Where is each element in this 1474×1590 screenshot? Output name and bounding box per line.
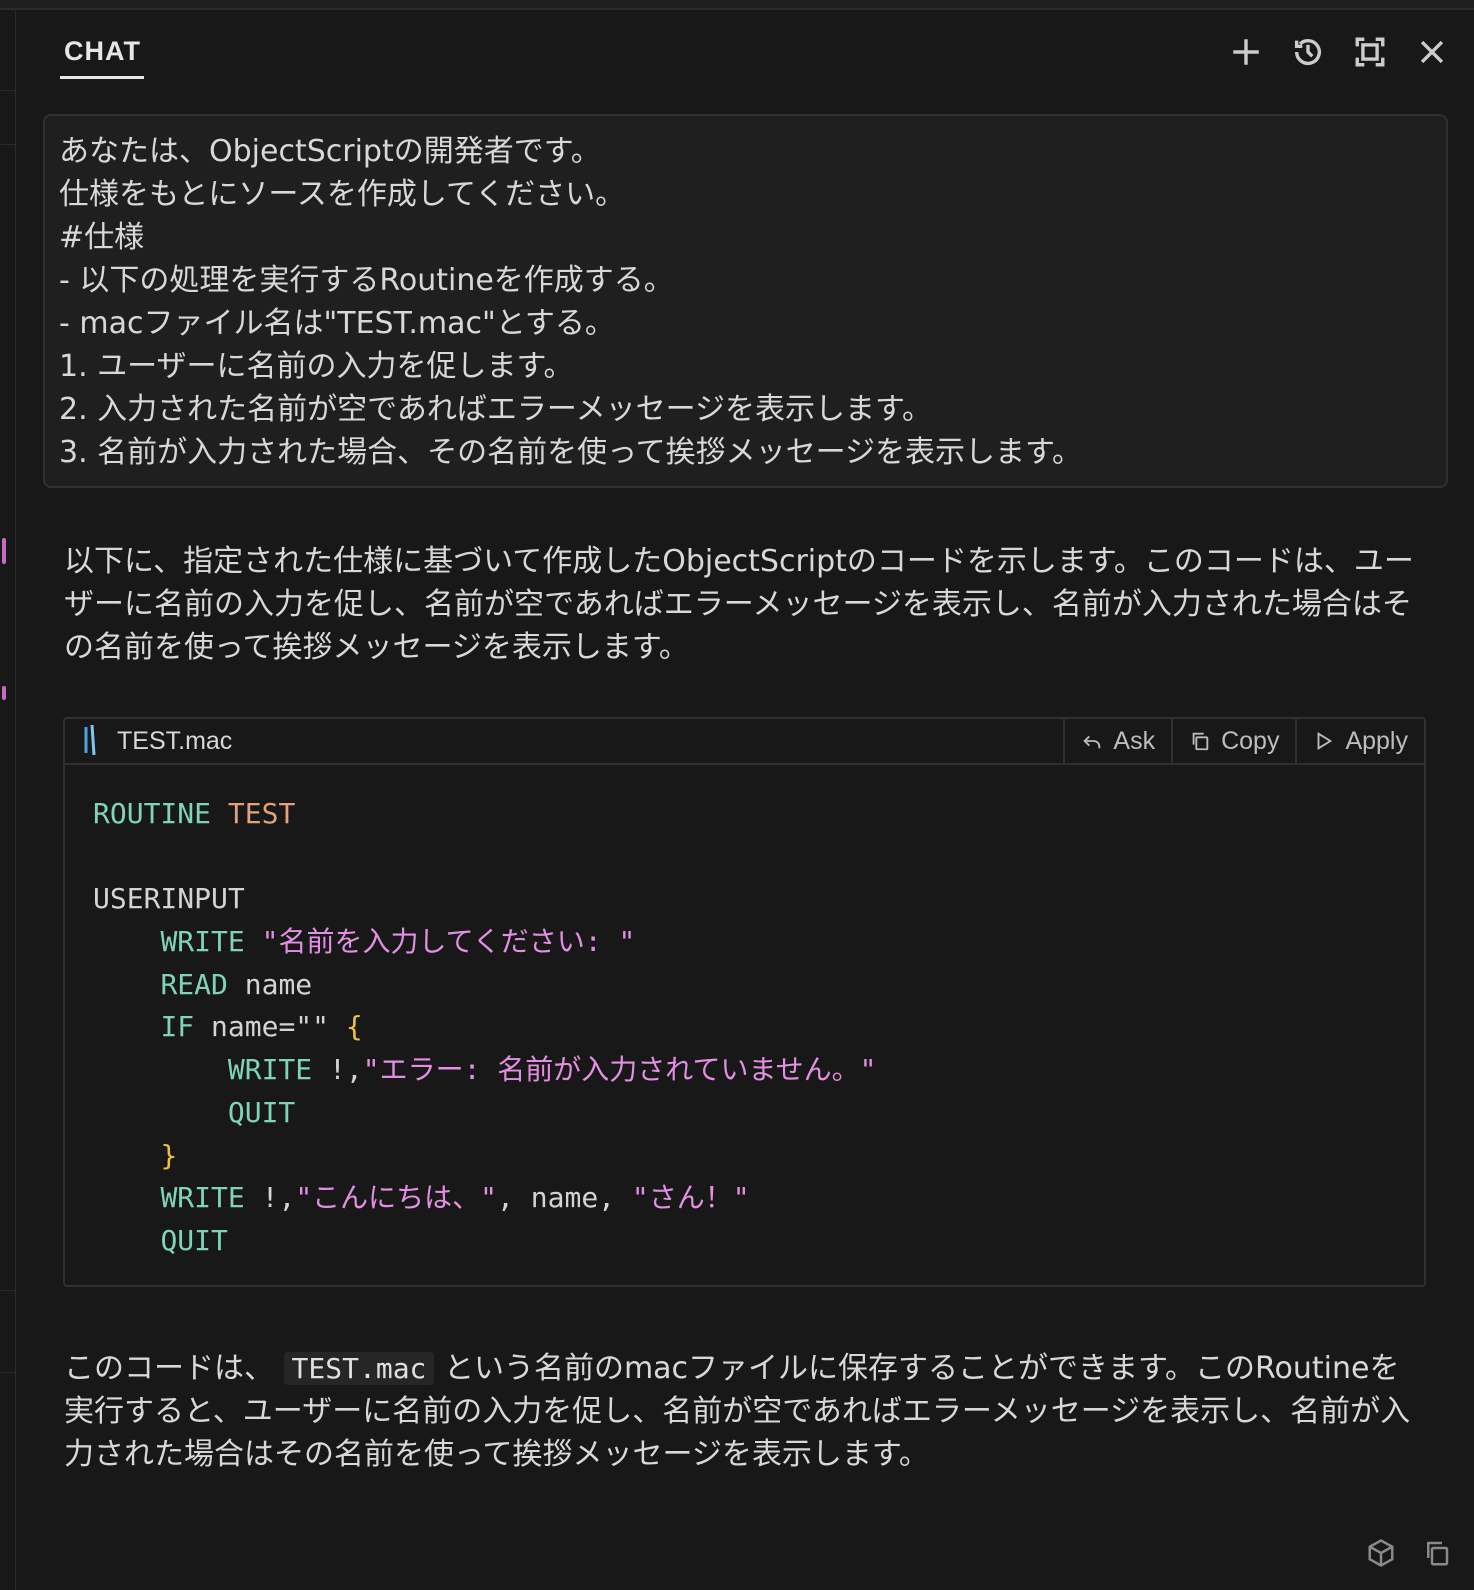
top-border (0, 0, 1474, 10)
code-token-brace: } (160, 1138, 178, 1172)
prompt-line: あなたは、ObjectScriptの開発者です。 (59, 134, 601, 169)
code-token-kw: WRITE (160, 925, 245, 959)
prompt-line: - 以下の処理を実行するRoutineを作成する。 (59, 263, 674, 298)
tab-chat[interactable]: CHAT (64, 36, 141, 67)
gutter-marker (2, 538, 6, 564)
code-token-kw: READ (160, 967, 228, 1001)
prompt-line: - macファイル名は"TEST.mac"とする。 (59, 306, 615, 341)
history-icon (1294, 39, 1322, 65)
gutter-marker (2, 686, 6, 700)
plus-icon (1233, 39, 1259, 65)
ask-button[interactable]: Ask (1063, 719, 1171, 763)
prompt-line: 3. 名前が入力された場合、その名前を使って挨拶メッセージを表示します。 (59, 435, 1083, 470)
new-chat-button[interactable] (1228, 34, 1264, 70)
header-actions (1228, 34, 1450, 70)
gutter-divider (0, 144, 15, 145)
maximize-button[interactable] (1352, 34, 1388, 70)
gutter-divider (0, 90, 15, 91)
code-token-plain: !, (244, 1181, 296, 1215)
assistant-response-outro: このコードは、 TEST.mac という名前のmacファイルに保存することができ… (64, 1347, 1424, 1476)
code-token-kw: QUIT (227, 1095, 296, 1129)
assistant-response-intro: 以下に、指定された仕様に基づいて作成したObjectScriptのコードを示しま… (64, 544, 1414, 665)
code-line: USERINPUT (93, 878, 1396, 921)
left-gutter (0, 10, 16, 1590)
code-token-kw: WRITE (227, 1053, 313, 1087)
code-line: ROUTINE TEST (93, 793, 1396, 836)
active-tab-indicator (60, 76, 144, 79)
prompt-line: 仕様をもとにソースを作成してください。 (59, 177, 626, 212)
code-line: READ name (93, 964, 1396, 1007)
inline-code-filename: TEST.mac (283, 1352, 435, 1385)
prompt-line: #仕様 (59, 220, 145, 255)
code-line: QUIT (93, 1092, 1396, 1135)
code-line: WRITE !,"こんにちは、", name, "さん！" (93, 1177, 1396, 1220)
copy-label: Copy (1221, 726, 1280, 755)
code-token-plain: name (227, 967, 313, 1001)
maximize-icon (1355, 37, 1385, 67)
code-token-plain: name="" (194, 1010, 346, 1044)
code-block-header: TEST.mac Ask Copy Apply (65, 719, 1424, 765)
close-button[interactable] (1414, 34, 1450, 70)
cube-icon[interactable] (1366, 1538, 1396, 1568)
code-token-str: "さん！" (631, 1181, 750, 1215)
play-icon (1318, 732, 1333, 750)
gutter-divider (0, 1290, 15, 1291)
history-button[interactable] (1290, 34, 1326, 70)
chat-header: CHAT (16, 12, 1474, 102)
code-token-kw: IF (160, 1010, 195, 1044)
code-line: WRITE "名前を入力してください: " (93, 921, 1396, 964)
user-prompt-message: あなたは、ObjectScriptの開発者です。 仕様をもとにソースを作成してく… (43, 114, 1448, 488)
copy-button[interactable]: Copy (1171, 719, 1295, 763)
code-token-kw: WRITE (160, 1181, 245, 1215)
code-body[interactable]: ROUTINE TEST USERINPUT WRITE "名前を入力してください… (65, 765, 1424, 1291)
reply-icon (1083, 735, 1101, 749)
message-actions (1366, 1538, 1452, 1568)
close-icon (1420, 40, 1444, 64)
prompt-line: 1. ユーザーに名前の入力を促します。 (59, 349, 574, 384)
code-token-kw: QUIT (160, 1223, 228, 1257)
code-token-nm: TEST (227, 797, 296, 830)
code-token-brace: { (345, 1010, 363, 1044)
code-line: WRITE !,"エラー: 名前が入力されていません。" (93, 1049, 1396, 1092)
copy-icon[interactable] (1422, 1538, 1452, 1568)
code-file-name: TEST.mac (117, 727, 233, 755)
copy-icon (1192, 732, 1209, 751)
code-token-kw: ROUTINE (93, 797, 212, 830)
objectscript-file-icon (84, 724, 96, 756)
gutter-divider (0, 1372, 15, 1373)
code-line: } (93, 1135, 1396, 1178)
code-token-plain: USERINPUT (93, 882, 245, 916)
code-line: IF name="" { (93, 1006, 1396, 1049)
code-token-str: "エラー: 名前が入力されていません。" (362, 1053, 877, 1087)
code-token-plain: , name, (497, 1181, 632, 1215)
code-token-plain: !, (312, 1053, 363, 1087)
code-block: TEST.mac Ask Copy Apply ROUTINE TEST USER… (63, 717, 1426, 1287)
code-actions: Ask Copy Apply (1063, 719, 1424, 763)
code-token-str: "こんにちは、" (295, 1181, 498, 1215)
code-line: QUIT (93, 1220, 1396, 1263)
code-token-str: "名前を入力してください: " (261, 925, 636, 959)
apply-label: Apply (1345, 726, 1408, 755)
outro-text-start: このコードは、 (64, 1351, 274, 1386)
prompt-line: 2. 入力された名前が空であればエラーメッセージを表示します。 (59, 392, 933, 427)
chat-panel: CHAT あなたは、ObjectScriptの開発者です。 仕様をもとにソースを… (0, 0, 1474, 1590)
ask-label: Ask (1113, 726, 1156, 755)
apply-button[interactable]: Apply (1295, 719, 1424, 763)
